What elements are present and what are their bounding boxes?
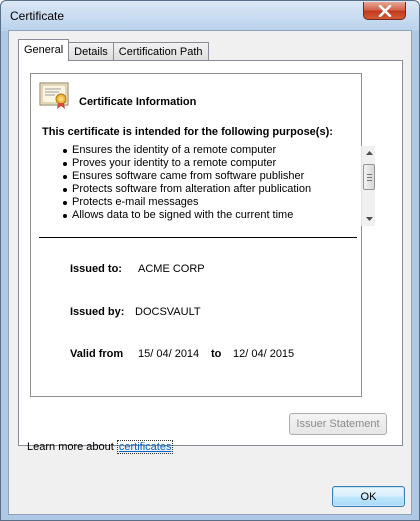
window-title: Certificate [10,9,65,23]
bullet-icon [63,148,67,153]
scroll-up-button[interactable] [362,146,376,160]
list-item: Protects software from alteration after … [63,183,353,196]
bullet-icon [63,200,67,205]
issued-by-label: Issued by: [70,306,125,318]
learn-more-text: Learn more about certificates [27,440,174,454]
list-item: Ensures software came from software publ… [63,170,353,183]
certificate-dialog: Certificate General Details Certificatio… [0,0,420,521]
bullet-icon [63,161,67,166]
scroll-thumb[interactable] [363,164,375,190]
purpose-scrollbar[interactable] [361,146,375,226]
list-item: Ensures the identity of a remote compute… [63,144,353,157]
issued-to-value: ACME CORP [138,263,205,275]
list-item: Protects e-mail messages [63,196,353,209]
tab-certification-path[interactable]: Certification Path [112,42,209,61]
list-item: Allows data to be signed with the curren… [63,209,353,222]
certificates-link[interactable]: certificates [116,440,174,454]
bullet-icon [63,187,67,192]
valid-from-value: 15/ 04/ 2014 [138,348,200,360]
bullet-icon [63,174,67,179]
certificate-info-title: Certificate Information [79,96,197,108]
valid-to-label: to [211,348,222,360]
scroll-down-button[interactable] [362,212,376,226]
arrow-down-icon [365,217,373,221]
certificate-info-box: Certificate Information This certificate… [30,73,375,397]
tab-general[interactable]: General [18,39,70,61]
dialog-client-area: General Details Certification Path Certi [8,30,412,515]
issued-to-label: Issued to: [70,263,122,275]
list-item: Proves your identity to a remote compute… [63,157,353,170]
bullet-icon [63,213,67,218]
ok-button[interactable]: OK [332,486,405,507]
purpose-heading: This certificate is intended for the fol… [42,126,333,138]
close-button[interactable] [363,2,406,20]
close-icon [378,4,391,17]
valid-from-label: Valid from [70,348,124,360]
title-bar[interactable]: Certificate [1,1,419,31]
arrow-up-icon [365,151,373,155]
valid-to-value: 12/ 04/ 2015 [233,348,295,360]
purpose-list[interactable]: Ensures the identity of a remote compute… [63,144,353,226]
divider [39,237,357,238]
issuer-statement-button[interactable]: Issuer Statement [289,413,387,435]
tab-strip: General Details Certification Path [18,39,209,61]
tab-details[interactable]: Details [68,42,114,61]
certificate-icon [39,80,71,113]
issued-by-value: DOCSVAULT [135,306,201,318]
